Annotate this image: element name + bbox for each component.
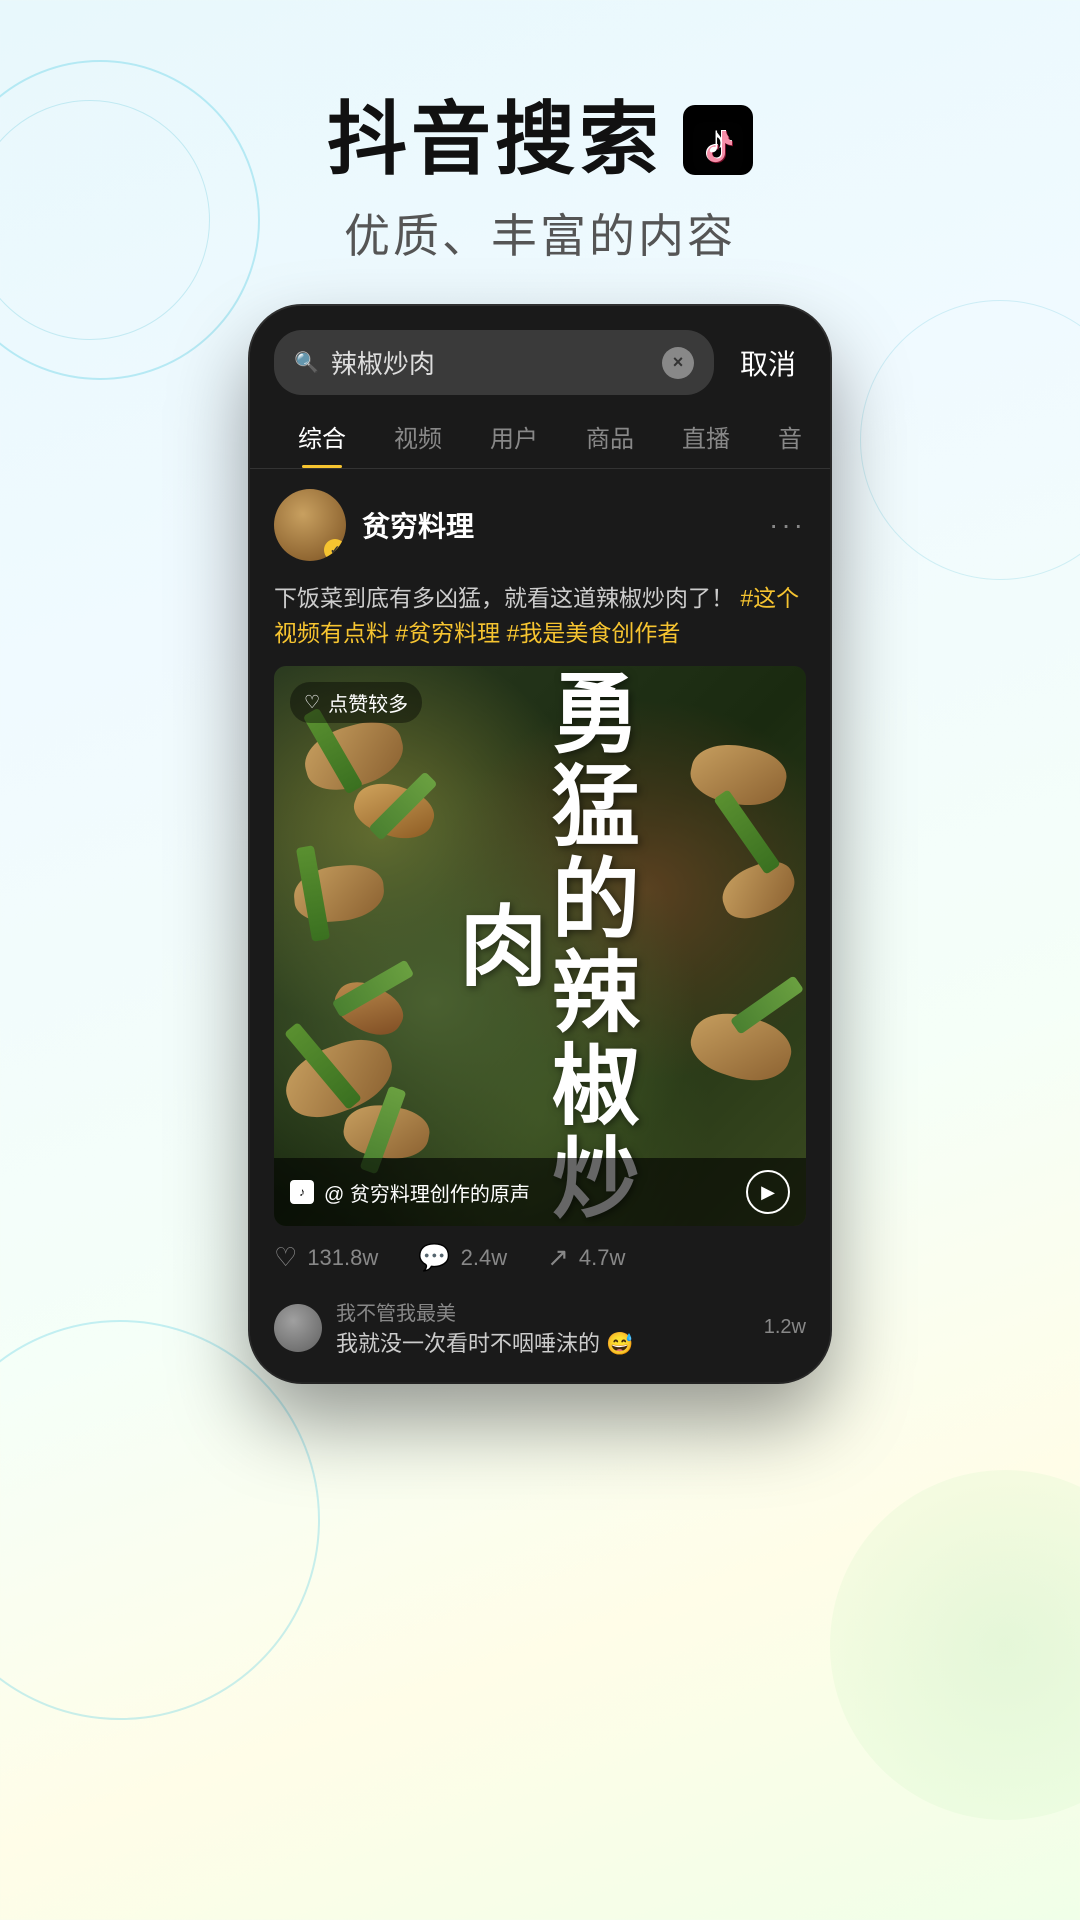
app-title: 抖音搜索 xyxy=(0,100,1080,180)
search-query-text: 辣椒炒肉 xyxy=(331,344,650,381)
header-section: 抖音搜索 优质、丰富的内容 xyxy=(0,0,1080,306)
comment-username: 我不管我最美 xyxy=(336,1297,750,1326)
avatar: ✓ xyxy=(274,489,346,561)
search-clear-button[interactable]: × xyxy=(662,347,694,379)
likes-badge: ♡ 点赞较多 xyxy=(290,682,422,723)
video-calligraphy-text: 勇猛的辣椒炒肉 xyxy=(448,666,633,1226)
username[interactable]: 贫穷料理 xyxy=(362,505,474,545)
search-icon: 🔍 xyxy=(294,350,319,375)
audio-bar: ♪ @ 贫穷料理创作的原声 ▶ xyxy=(274,1158,806,1226)
video-container[interactable]: 勇猛的辣椒炒肉 ♡ 点赞较多 ♪ @ 贫穷料理创作的原声 ▶ xyxy=(274,666,806,1226)
share-icon: ↗ xyxy=(547,1242,569,1273)
likes-count: 131.8w xyxy=(307,1245,378,1271)
phone-screen: 🔍 辣椒炒肉 × 取消 综合 视频 用户 商品 直播 音 xyxy=(250,306,830,1382)
tab-bar: 综合 视频 用户 商品 直播 音 xyxy=(250,395,830,469)
search-cancel-button[interactable]: 取消 xyxy=(730,343,806,383)
video-thumbnail: 勇猛的辣椒炒肉 ♡ 点赞较多 ♪ @ 贫穷料理创作的原声 ▶ xyxy=(274,666,806,1226)
likes-count-item: ♡ 131.8w xyxy=(274,1242,378,1273)
post-description: 下饭菜到底有多凶猛，就看这道辣椒炒肉了！ #这个视频有点料 #贫穷料理 #我是美… xyxy=(250,581,830,666)
video-text-overlay: 勇猛的辣椒炒肉 xyxy=(274,666,806,1226)
deco-circle-topright xyxy=(860,300,1080,580)
more-options-button[interactable]: ··· xyxy=(769,509,806,541)
comment-icon: 💬 xyxy=(418,1242,450,1273)
shares-count: 4.7w xyxy=(579,1245,625,1271)
comment-avatar xyxy=(274,1304,322,1352)
tiktok-logo-icon xyxy=(683,105,753,175)
audio-label-text: @ 贫穷料理创作的原声 xyxy=(324,1178,530,1207)
search-area: 🔍 辣椒炒肉 × 取消 xyxy=(250,306,830,395)
shares-count-item: ↗ 4.7w xyxy=(547,1242,625,1273)
deco-circle-bottomright xyxy=(830,1470,1080,1820)
comment-body: 我就没一次看时不咽唾沫的 😅 xyxy=(336,1326,750,1358)
audio-info: ♪ @ 贫穷料理创作的原声 xyxy=(290,1178,530,1207)
comment-text-wrap: 我不管我最美 我就没一次看时不咽唾沫的 😅 xyxy=(336,1297,750,1358)
engagement-bar: ♡ 131.8w 💬 2.4w ↗ 4.7w xyxy=(250,1226,830,1289)
user-info: ✓ 贫穷料理 xyxy=(274,489,474,561)
tab-音[interactable]: 音 xyxy=(754,411,826,468)
tiktok-mini-icon: ♪ xyxy=(290,1180,314,1204)
tab-用户[interactable]: 用户 xyxy=(466,411,562,468)
phone-shell: 🔍 辣椒炒肉 × 取消 综合 视频 用户 商品 直播 音 xyxy=(250,306,830,1382)
tab-商品[interactable]: 商品 xyxy=(562,411,658,468)
verified-badge: ✓ xyxy=(324,539,346,561)
comments-count-item: 💬 2.4w xyxy=(418,1242,507,1273)
tab-直播[interactable]: 直播 xyxy=(658,411,754,468)
phone-mockup: 🔍 辣椒炒肉 × 取消 综合 视频 用户 商品 直播 音 xyxy=(250,306,830,1382)
heart-icon-small: ♡ xyxy=(304,692,320,713)
play-button[interactable]: ▶ xyxy=(746,1170,790,1214)
comments-count: 2.4w xyxy=(461,1245,507,1271)
tab-视频[interactable]: 视频 xyxy=(370,411,466,468)
search-bar[interactable]: 🔍 辣椒炒肉 × xyxy=(274,330,714,395)
likes-badge-text: 点赞较多 xyxy=(328,688,408,717)
desc-main: 下饭菜到底有多凶猛，就看这道辣椒炒肉了！ xyxy=(274,585,734,611)
app-title-text: 抖音搜索 xyxy=(327,100,663,180)
tab-综合[interactable]: 综合 xyxy=(274,411,370,468)
heart-icon: ♡ xyxy=(274,1242,297,1273)
comment-likes: 1.2w xyxy=(764,1316,806,1339)
comments-preview: 我不管我最美 我就没一次看时不咽唾沫的 😅 1.2w xyxy=(250,1289,830,1382)
user-card: ✓ 贫穷料理 ··· xyxy=(250,469,830,581)
desc-text: 下饭菜到底有多凶猛，就看这道辣椒炒肉了！ #这个视频有点料 #贫穷料理 #我是美… xyxy=(274,581,806,650)
comment-item: 我不管我最美 我就没一次看时不咽唾沫的 😅 1.2w xyxy=(274,1297,806,1358)
app-subtitle: 优质、丰富的内容 xyxy=(0,200,1080,266)
